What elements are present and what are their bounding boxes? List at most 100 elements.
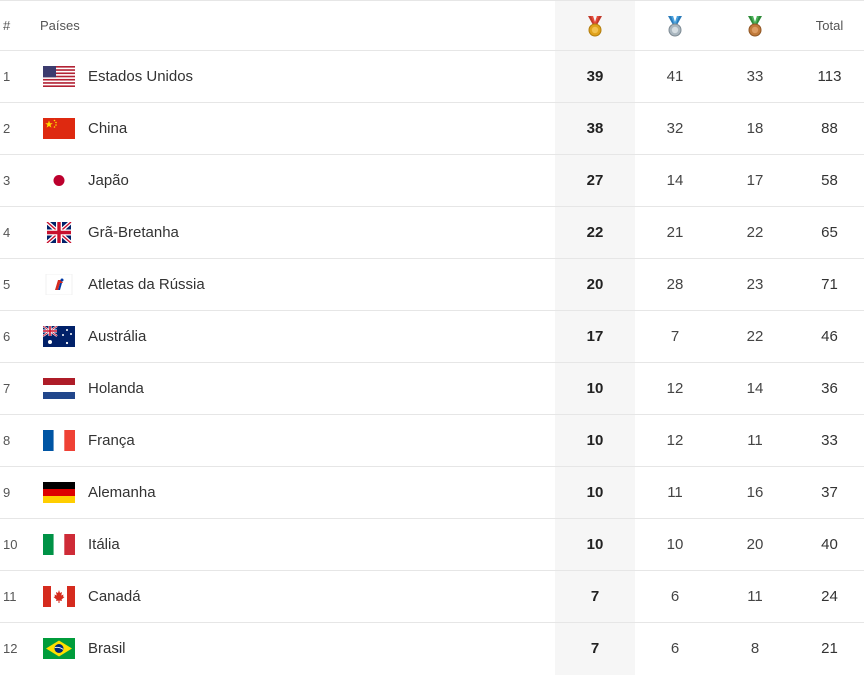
flag-cell: [40, 311, 88, 363]
country-name[interactable]: China: [88, 103, 555, 155]
gold-medal-icon: [588, 15, 602, 36]
gold-count: 10: [555, 414, 635, 467]
gold-count: 7: [555, 570, 635, 623]
country-name[interactable]: Grã-Bretanha: [88, 207, 555, 259]
rank-cell: 2: [3, 121, 11, 136]
flag-cell: [40, 415, 88, 467]
table-row[interactable]: 9 Alemanha 10 11 16 37: [0, 466, 864, 519]
total-count: 24: [821, 588, 838, 605]
bronze-header[interactable]: [715, 0, 795, 51]
silver-count: 10: [666, 536, 684, 553]
bronze-count: 33: [746, 68, 764, 85]
table-row[interactable]: 4 Grã-Bretanha 22 21 22 65: [0, 206, 864, 259]
rank-cell: 11: [3, 589, 17, 604]
rank-cell: 4: [3, 225, 11, 240]
table-row[interactable]: 12 Brasil 7 6 8 21: [0, 622, 864, 675]
total-count: 113: [817, 68, 842, 85]
bronze-count: 11: [747, 588, 763, 605]
gold-count: 7: [555, 622, 635, 675]
country-name[interactable]: Atletas da Rússia: [88, 259, 555, 311]
country-name[interactable]: Canadá: [88, 571, 555, 623]
germany-flag-icon: [43, 482, 75, 503]
country-name[interactable]: Alemanha: [88, 467, 555, 519]
flag-cell: [40, 467, 88, 519]
total-count: 58: [821, 172, 838, 189]
rank-cell: 3: [3, 173, 11, 188]
silver-count: 41: [666, 68, 684, 85]
table-row[interactable]: 10 Itália 10 10 20 40: [0, 518, 864, 571]
country-header[interactable]: Países: [40, 0, 555, 51]
flag-cell: [40, 623, 88, 675]
bronze-count: 20: [746, 536, 764, 553]
total-count: 71: [821, 276, 838, 293]
japan-flag-icon: [43, 170, 75, 191]
silver-count: 32: [666, 120, 684, 137]
bronze-count: 11: [747, 432, 763, 449]
country-name[interactable]: França: [88, 415, 555, 467]
total-count: 88: [821, 120, 838, 137]
gold-count: 27: [555, 154, 635, 207]
usa-flag-icon: [43, 66, 75, 87]
table-row[interactable]: 1 Estados Unidos 39 41 33 113: [0, 50, 864, 103]
uk-flag-icon: [45, 222, 73, 243]
total-count: 36: [821, 380, 838, 397]
table-header: # Países Total: [0, 0, 864, 51]
brazil-flag-icon: [43, 638, 75, 660]
rank-cell: 12: [3, 641, 18, 657]
china-flag-icon: [43, 118, 75, 139]
bronze-count: 14: [746, 380, 764, 397]
flag-cell: [40, 519, 88, 571]
flag-cell: [40, 155, 88, 207]
country-name[interactable]: Estados Unidos: [88, 51, 555, 103]
flag-cell: [40, 363, 88, 415]
total-count: 40: [821, 536, 838, 553]
total-count: 37: [821, 484, 838, 501]
flag-cell: [40, 207, 88, 259]
table-row[interactable]: 11 Canadá 7 6 11 24: [0, 570, 864, 623]
country-name[interactable]: Austrália: [88, 311, 555, 363]
total-count: 21: [821, 640, 838, 658]
silver-count: 6: [670, 640, 680, 658]
table-row[interactable]: 6 Austrália 17 7 22 46: [0, 310, 864, 363]
total-count: 46: [821, 328, 838, 345]
flag-cell: [40, 51, 88, 103]
bronze-count: 8: [750, 640, 760, 658]
bronze-count: 17: [746, 172, 764, 189]
silver-medal-icon: [668, 15, 682, 36]
table-row[interactable]: 7 Holanda 10 12 14 36: [0, 362, 864, 415]
country-name[interactable]: Japão: [88, 155, 555, 207]
total-header[interactable]: Total: [795, 0, 864, 51]
gold-count: 10: [555, 466, 635, 519]
roc-flag-icon: [45, 274, 73, 295]
country-name[interactable]: Itália: [88, 519, 555, 571]
country-name[interactable]: Holanda: [88, 363, 555, 415]
gold-count: 20: [555, 258, 635, 311]
gold-header[interactable]: [555, 0, 635, 51]
gold-count: 38: [555, 102, 635, 155]
bronze-count: 18: [746, 120, 764, 137]
canada-flag-icon: [43, 586, 75, 607]
rank-cell: 10: [3, 537, 18, 552]
rank-cell: 7: [3, 381, 11, 396]
flag-cell: [40, 259, 88, 311]
bronze-count: 22: [746, 328, 764, 345]
gold-count: 17: [555, 310, 635, 363]
table-row[interactable]: 2 China 38 32 18 88: [0, 102, 864, 155]
medal-table: # Países Total 1 Estados Unidos 39 41 33…: [0, 0, 864, 675]
bronze-count: 22: [746, 224, 764, 241]
silver-count: 21: [666, 224, 684, 241]
rank-cell: 6: [3, 329, 11, 344]
table-row[interactable]: 5 Atletas da Rússia 20 28 23 71: [0, 258, 864, 311]
bronze-count: 16: [746, 484, 764, 501]
silver-count: 7: [670, 328, 680, 345]
rank-cell: 5: [3, 277, 11, 292]
rank-cell: 1: [3, 69, 11, 84]
country-name[interactable]: Brasil: [88, 623, 555, 675]
silver-header[interactable]: [635, 0, 715, 51]
table-row[interactable]: 3 Japão 27 14 17 58: [0, 154, 864, 207]
rank-header[interactable]: #: [0, 0, 40, 51]
flag-cell: [40, 571, 88, 623]
bronze-count: 23: [746, 276, 764, 293]
table-row[interactable]: 8 França 10 12 11 33: [0, 414, 864, 467]
gold-count: 10: [555, 518, 635, 571]
